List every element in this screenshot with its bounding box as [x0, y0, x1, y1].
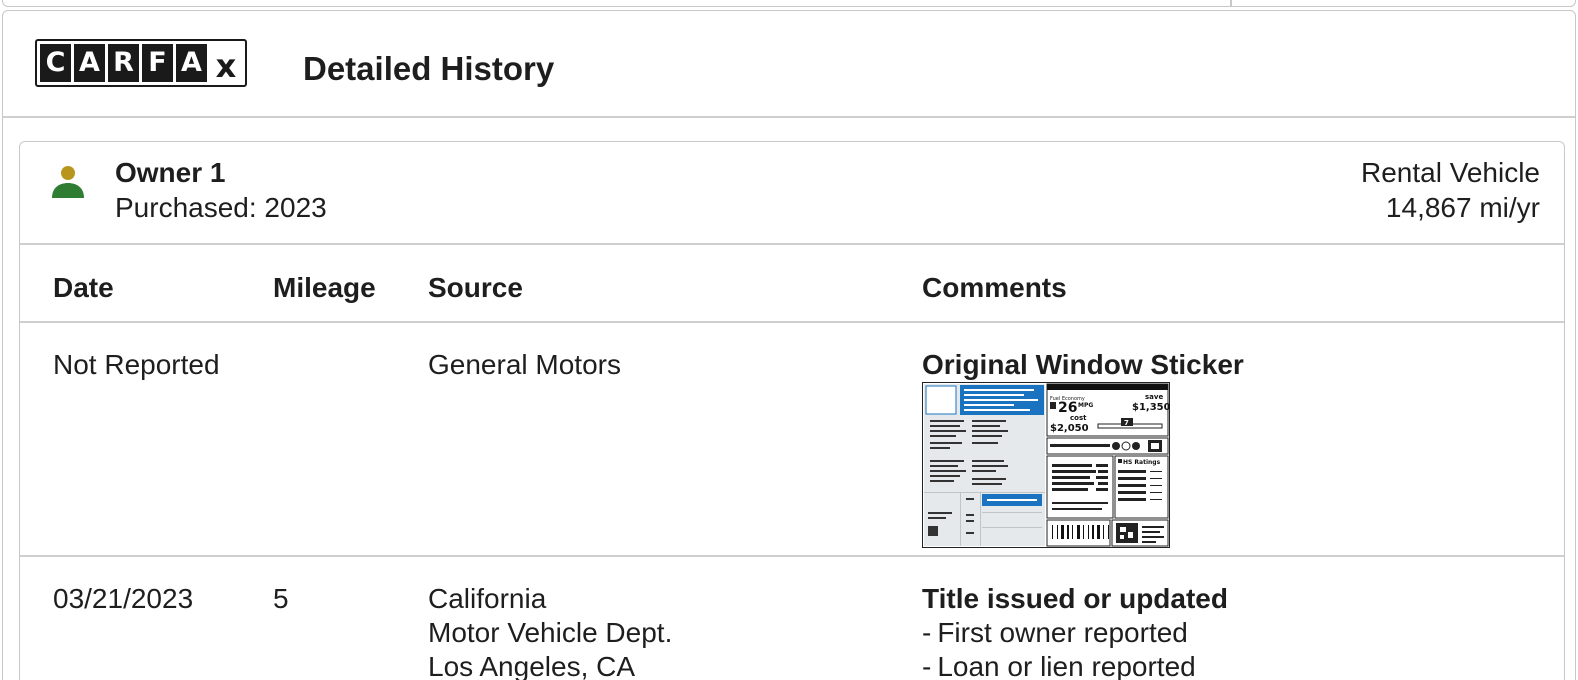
svg-text:HS Ratings: HS Ratings [1123, 459, 1161, 466]
source-line: General Motors [428, 349, 621, 380]
page-title: Detailed History [303, 50, 555, 87]
logo-letter: F [142, 44, 173, 82]
comment-text: First owner reported [937, 617, 1188, 648]
owner-purchased: Purchased: 2023 [115, 192, 327, 223]
svg-text:$1,350: $1,350 [1132, 402, 1170, 413]
logo-letter: C [40, 44, 71, 82]
row-comment-title[interactable]: Original Window Sticker [922, 348, 1244, 382]
source-line: California [428, 583, 547, 614]
source-line: Los Angeles, CA [428, 651, 636, 680]
owner-card: Owner 1 Purchased: 2023 Rental Vehicle 1… [19, 141, 1565, 680]
logo-tail: x [215, 47, 237, 85]
row-source: General Motors [428, 348, 621, 382]
column-header-date: Date [53, 272, 114, 303]
previous-section-edge [2, 0, 1576, 7]
carfax-logo: C A R F A x [35, 39, 247, 87]
svg-text:save: save [1145, 393, 1163, 401]
owner-type: Rental Vehicle [1360, 157, 1540, 188]
logo-letter: R [108, 44, 139, 82]
comment-title: Title issued or updated [922, 583, 1228, 614]
row-divider [20, 555, 1564, 557]
svg-text:MPG: MPG [1078, 402, 1093, 409]
table-header-divider [20, 321, 1564, 323]
svg-text:cost: cost [1070, 414, 1087, 422]
comment-text: Loan or lien reported [937, 651, 1196, 680]
window-sticker-thumbnail[interactable]: Fuel Economy 26 MPG save $1,350 cost $2,… [922, 382, 1170, 548]
owner-name: Owner 1 [115, 157, 226, 188]
logo-letter: A [74, 44, 105, 82]
comment-line: - Loan or lien reported [922, 651, 1196, 680]
person-icon [52, 166, 84, 198]
row-comments: Title issued or updated - First owner rep… [922, 582, 1228, 680]
comment-line: - First owner reported [922, 617, 1188, 648]
row-date: 03/21/2023 [53, 583, 194, 614]
svg-text:$2,050: $2,050 [1050, 423, 1089, 434]
row-source: California Motor Vehicle Dept. Los Angel… [428, 582, 672, 680]
svg-text:7: 7 [1124, 419, 1129, 427]
row-date: Not Reported [53, 349, 220, 380]
owner-miles-per-year: 14,867 mi/yr [1385, 192, 1540, 223]
row-mileage: 5 [273, 583, 289, 614]
previous-section-divider [1230, 0, 1232, 6]
header-divider [3, 116, 1575, 118]
column-header-source: Source [428, 272, 523, 303]
table-top-divider [20, 243, 1564, 245]
logo-letter: A [176, 44, 207, 82]
detailed-history-card: C A R F A x Detailed History Owner 1 Pur… [2, 10, 1576, 680]
source-line: Motor Vehicle Dept. [428, 617, 673, 648]
column-header-comments: Comments [922, 272, 1067, 303]
column-header-mileage: Mileage [273, 272, 376, 303]
